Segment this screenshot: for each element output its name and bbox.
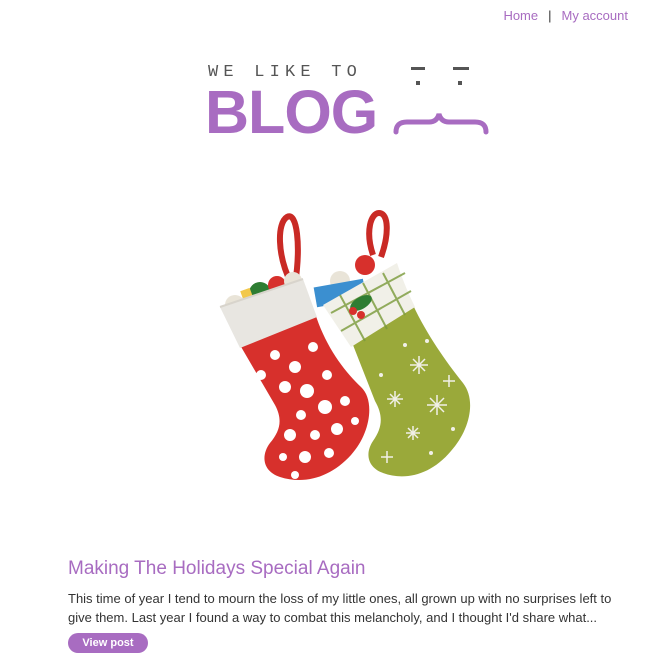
view-post-button[interactable]: View post xyxy=(68,633,148,653)
christmas-stockings-image xyxy=(219,209,471,481)
post-image[interactable] xyxy=(165,195,505,510)
top-nav: Home | My account xyxy=(503,8,628,23)
nav-separator: | xyxy=(548,8,552,23)
red-stocking xyxy=(219,213,370,481)
post-excerpt: This time of year I tend to mourn the lo… xyxy=(68,591,612,625)
my-account-link[interactable]: My account xyxy=(562,8,628,23)
home-link[interactable]: Home xyxy=(503,8,538,23)
logo-wordmark: BLOG xyxy=(205,78,378,146)
site-logo[interactable]: WE LIKE TO BLOG xyxy=(0,60,669,145)
winking-face-icon xyxy=(393,67,489,135)
post-title[interactable]: Making The Holidays Special Again xyxy=(68,558,366,580)
